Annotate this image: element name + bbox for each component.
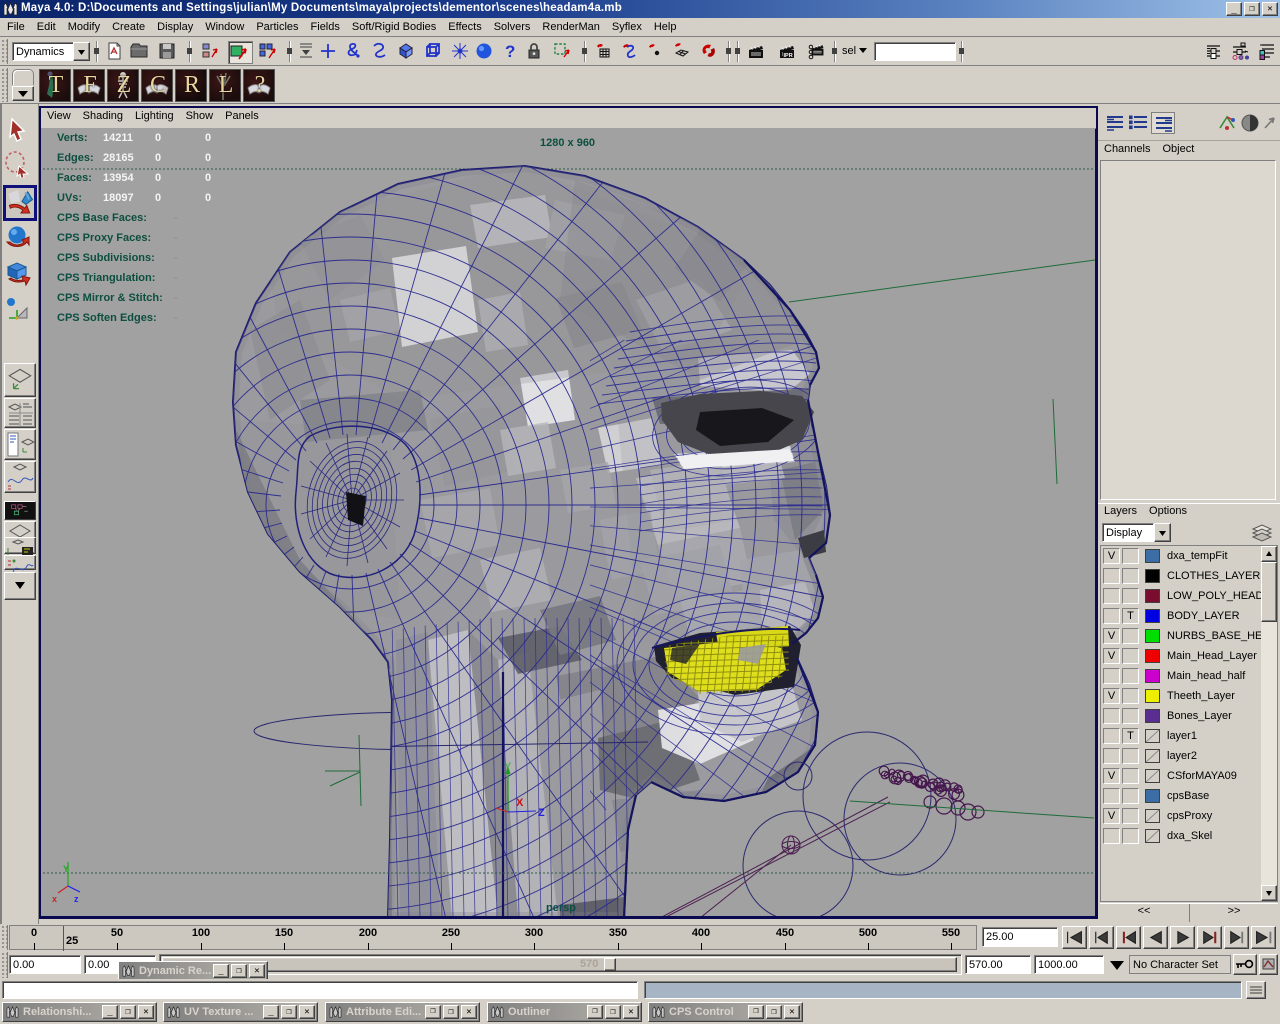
svg-text:0: 0 — [205, 152, 211, 164]
svg-text:CPS Subdivisions:: CPS Subdivisions: — [57, 252, 155, 264]
svg-text:CPS Triangulation:: CPS Triangulation: — [57, 272, 155, 284]
svg-text:0: 0 — [205, 132, 211, 144]
svg-text:0: 0 — [155, 192, 161, 204]
svg-text:-: - — [174, 292, 178, 304]
svg-text:-: - — [174, 272, 178, 284]
svg-text:Y: Y — [504, 761, 512, 773]
svg-text:1280 x 960: 1280 x 960 — [540, 137, 595, 149]
svg-text:CPS Mirror & Stitch:: CPS Mirror & Stitch: — [57, 292, 163, 304]
svg-text:-: - — [174, 252, 178, 264]
svg-text:-: - — [174, 232, 178, 244]
svg-text:13954: 13954 — [103, 172, 134, 184]
svg-text:X: X — [516, 797, 524, 809]
svg-text:UVs:: UVs: — [57, 192, 82, 204]
svg-text:-: - — [174, 312, 178, 324]
svg-text:Y: Y — [63, 864, 69, 874]
svg-text:Faces:: Faces: — [57, 172, 92, 184]
svg-text:0: 0 — [155, 132, 161, 144]
svg-text:Edges:: Edges: — [57, 152, 94, 164]
svg-text:14211: 14211 — [103, 132, 133, 144]
svg-text:0: 0 — [155, 172, 161, 184]
svg-text:CPS Proxy Faces:: CPS Proxy Faces: — [57, 232, 151, 244]
svg-text:0: 0 — [205, 192, 211, 204]
svg-text:CPS Base Faces:: CPS Base Faces: — [57, 212, 147, 224]
svg-text:Z: Z — [538, 807, 545, 819]
svg-text:x: x — [52, 894, 57, 904]
svg-text:CPS Soften Edges:: CPS Soften Edges: — [57, 312, 157, 324]
svg-text:z: z — [74, 894, 79, 904]
svg-text:IPR: IPR — [784, 53, 793, 59]
svg-text:28165: 28165 — [103, 152, 134, 164]
svg-text:0: 0 — [155, 152, 161, 164]
svg-text:Verts:: Verts: — [57, 132, 88, 144]
svg-text:18097: 18097 — [103, 192, 134, 204]
svg-text:0: 0 — [205, 172, 211, 184]
svg-text:persp: persp — [546, 902, 576, 914]
svg-text:-: - — [174, 212, 178, 224]
